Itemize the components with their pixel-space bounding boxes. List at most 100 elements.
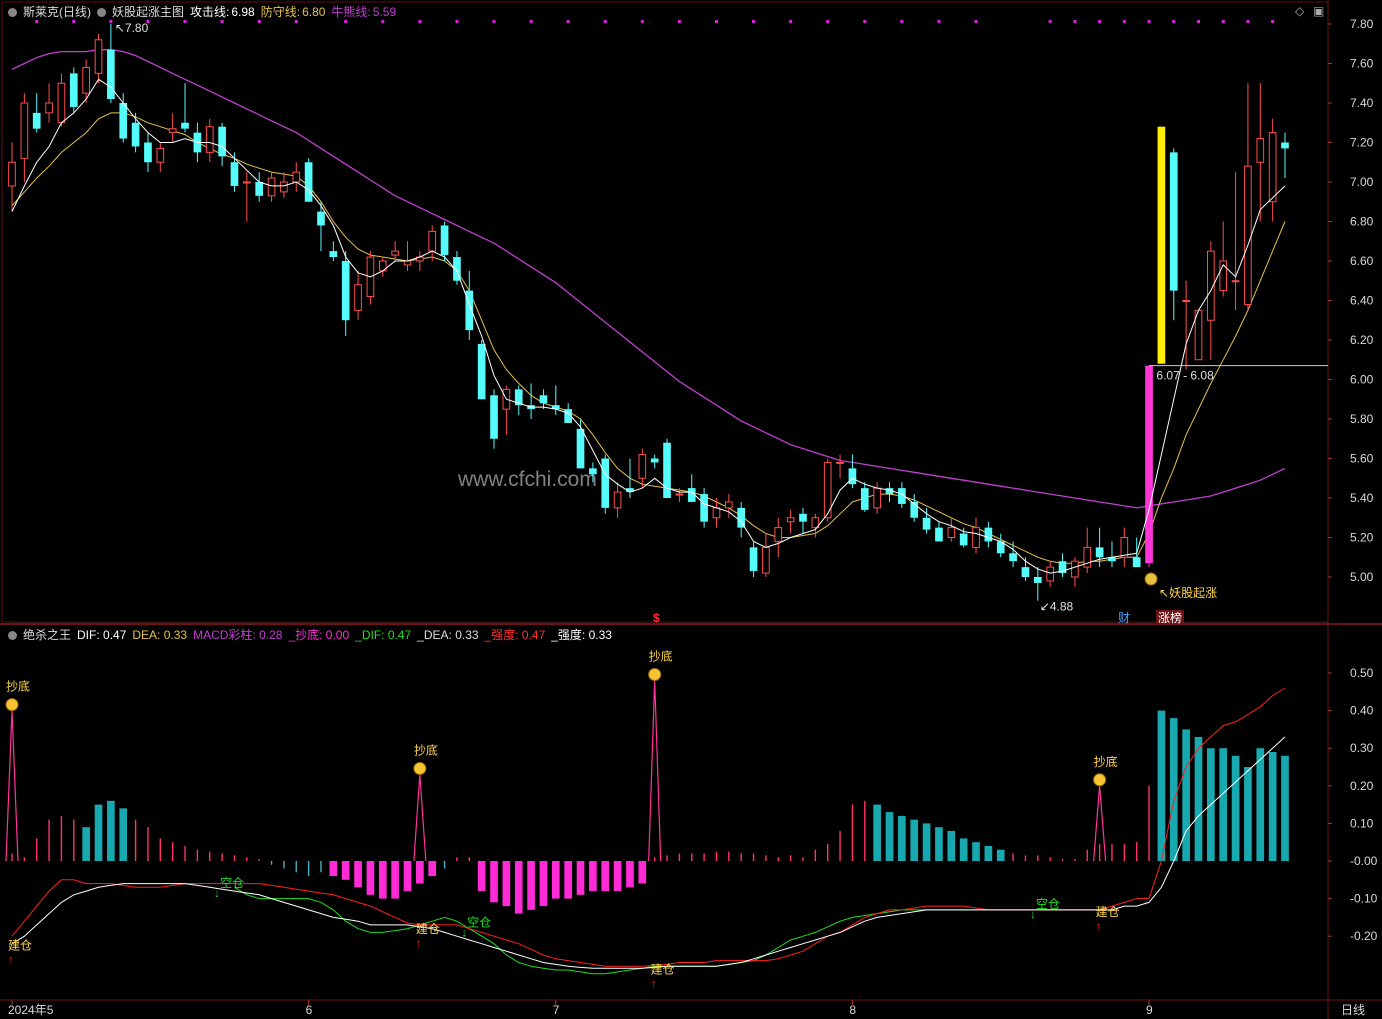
signal-dot (72, 20, 76, 23)
macd-bar (443, 861, 446, 869)
price-tick-label: 7.40 (1350, 96, 1374, 110)
candle-body (922, 517, 931, 530)
signal-dot (1221, 20, 1225, 23)
candle-body (477, 343, 486, 400)
macd-bar (1281, 755, 1289, 861)
signal-dot (1048, 20, 1052, 23)
chaodi-spike (413, 774, 427, 862)
candle-body (280, 181, 288, 193)
candle-body (1095, 547, 1104, 558)
jiancang-label: 建仓 (8, 939, 32, 953)
macd-bar (873, 804, 881, 861)
macd-bar (1244, 767, 1252, 861)
macd-bar (1074, 859, 1076, 861)
signal-dot (455, 20, 459, 23)
main-panel-border (1, 1, 1329, 623)
candle-body (774, 527, 783, 542)
price-tick-label: 5.60 (1350, 452, 1374, 466)
macd-bar (1037, 855, 1039, 861)
chaodi-label: 抄底 (414, 743, 438, 758)
macd-bar (171, 842, 174, 861)
signal-dot (900, 20, 904, 23)
macd-bar (159, 838, 162, 861)
candle-body (82, 66, 90, 94)
macd-bar (341, 861, 350, 880)
macd-bar (814, 849, 817, 861)
signal-dot (1098, 20, 1102, 23)
candle-body (20, 102, 29, 159)
down-arrow-icon: ↓ (214, 886, 220, 900)
candle-body (391, 250, 399, 256)
up-arrow-icon: ↑ (651, 976, 657, 990)
price-tick-label: 6.00 (1350, 373, 1374, 387)
candle-body (1268, 132, 1277, 203)
zhangbang-marker: 涨榜 (1158, 610, 1182, 625)
candle-body (1046, 566, 1055, 582)
candle-body (57, 82, 66, 124)
macd-bar (752, 853, 755, 861)
signal-dot (566, 20, 570, 23)
macd-bar (802, 857, 804, 861)
period-label: 日线 (1341, 1003, 1365, 1017)
price-tick-label: 5.40 (1350, 491, 1374, 505)
candle-body (601, 458, 610, 508)
kongcang-label: 空仓 (220, 876, 244, 890)
jiancang-label: 建仓 (651, 962, 675, 976)
macd-bar (626, 861, 634, 888)
candle-body (341, 261, 350, 321)
macd-bar (678, 853, 681, 861)
candle-body (749, 547, 758, 572)
signal-dot (294, 20, 298, 23)
signal-dot (344, 20, 348, 23)
macd-bar (564, 861, 572, 899)
macd-bar (1049, 857, 1051, 861)
jiancang-label: 建仓 (1096, 905, 1120, 919)
macd-bar (839, 830, 841, 861)
macd-bar (73, 819, 75, 861)
candle-body (1033, 577, 1042, 583)
macd-bar (11, 853, 13, 861)
macd-bar (477, 861, 486, 892)
macd-bar (60, 815, 63, 861)
macd-bar (184, 845, 186, 861)
up-arrow-icon: ↑ (1096, 919, 1102, 933)
signal-dot (381, 20, 385, 23)
macd-bar (246, 857, 248, 861)
macd-bar (551, 861, 560, 899)
signal-dot (714, 20, 718, 23)
candle-body (873, 487, 881, 509)
candle-body (663, 442, 671, 498)
candle-body (1169, 152, 1178, 291)
macd-bar (23, 857, 26, 861)
signal-label: ↖妖股起涨 (1159, 585, 1217, 600)
candle-body (354, 284, 362, 311)
candle-body (329, 251, 338, 258)
candle-body (799, 513, 807, 522)
time-tick-label: 9 (1146, 1003, 1153, 1017)
price-tick-label: 6.80 (1350, 215, 1374, 229)
signal-dot (974, 20, 978, 23)
price-tick-label: 5.00 (1350, 570, 1374, 584)
macd-bar (935, 827, 943, 861)
time-tick-label: 6 (306, 1003, 313, 1017)
macd-bar (864, 800, 866, 861)
macd-bar (589, 861, 597, 892)
candle-body (267, 177, 276, 197)
candle-body (218, 126, 226, 157)
time-tick-label: 7 (553, 1003, 560, 1017)
macd-bar (1182, 729, 1190, 861)
macd-bar (295, 861, 297, 873)
macd-bar (691, 853, 693, 861)
signal-dot (529, 20, 533, 23)
chart-canvas[interactable]: 7.80 7.60 7.40 7.20 7.00 6.80 6.60 6.40 6.20 6.00… (0, 0, 1382, 1019)
candle-body (230, 162, 239, 186)
candle-body (1009, 553, 1017, 562)
price-tick-label: 6.20 (1350, 333, 1374, 347)
macd-bar (403, 861, 412, 892)
price-tick-label: 6.40 (1350, 294, 1374, 308)
time-tick-label: 8 (849, 1003, 856, 1017)
macd-bar (221, 853, 223, 861)
ma-yellow-line (11, 112, 1286, 564)
candle-body (242, 181, 251, 184)
price-band-label: 6.07 - 6.08 (1156, 369, 1214, 383)
